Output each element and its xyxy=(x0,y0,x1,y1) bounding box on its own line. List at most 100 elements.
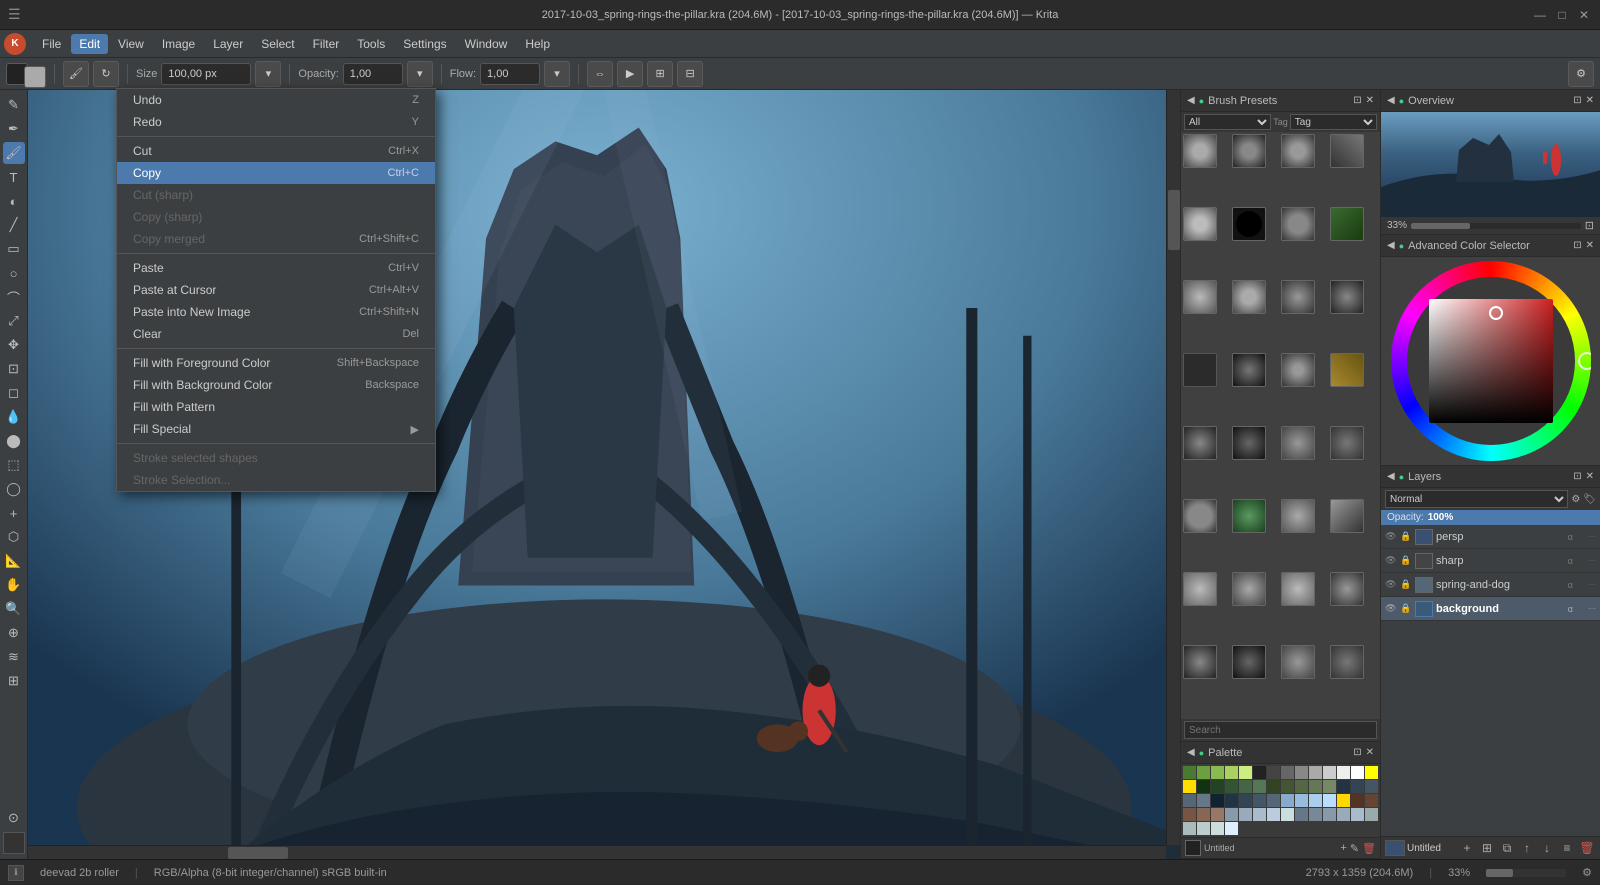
bp-3[interactable] xyxy=(1281,134,1315,168)
layer-dup-btn[interactable]: ⧉ xyxy=(1498,839,1516,857)
background-color-btn[interactable] xyxy=(24,66,46,88)
palette-color-28[interactable] xyxy=(1183,794,1196,807)
layer-options-persp[interactable]: ⋯ xyxy=(1576,532,1596,541)
scrollbar-horizontal[interactable] xyxy=(28,845,1166,859)
layer-lock-persp[interactable]: 🔒 xyxy=(1400,531,1412,542)
tool-transform[interactable]: ⤢ xyxy=(3,310,25,332)
scrollbar-v-thumb[interactable] xyxy=(1168,190,1180,250)
hamburger-icon[interactable]: ☰ xyxy=(8,6,21,23)
palette-color-9[interactable] xyxy=(1309,766,1322,779)
tool-line[interactable]: ╱ xyxy=(3,214,25,236)
tool-filter-brush[interactable]: ⊞ xyxy=(3,670,25,692)
palette-color-2[interactable] xyxy=(1211,766,1224,779)
palette-del-btn[interactable]: 🗑 xyxy=(1362,842,1376,855)
palette-color-10[interactable] xyxy=(1323,766,1336,779)
palette-color-11[interactable] xyxy=(1337,766,1350,779)
palette-color-6[interactable] xyxy=(1267,766,1280,779)
palette-color-45[interactable] xyxy=(1225,808,1238,821)
menu-fill-special[interactable]: Fill Special ▶ xyxy=(117,418,435,440)
flow-dropdown-btn[interactable]: ▾ xyxy=(544,61,570,87)
tool-brush[interactable]: 🖌 xyxy=(3,142,25,164)
palette-color-46[interactable] xyxy=(1239,808,1252,821)
palette-color-42[interactable] xyxy=(1183,808,1196,821)
palette-color-50[interactable] xyxy=(1295,808,1308,821)
palette-color-8[interactable] xyxy=(1295,766,1308,779)
palette-color-27[interactable] xyxy=(1365,780,1378,793)
tool-text[interactable]: T xyxy=(3,166,25,188)
tool-polygon[interactable]: ⬡ xyxy=(3,526,25,548)
bp-23[interactable] xyxy=(1281,499,1315,533)
tool-rectangle[interactable]: ▭ xyxy=(3,238,25,260)
palette-color-58[interactable] xyxy=(1211,822,1224,835)
palette-color-32[interactable] xyxy=(1239,794,1252,807)
opacity-input[interactable] xyxy=(343,63,403,85)
tool-pan[interactable]: ✋ xyxy=(3,574,25,596)
flow-input[interactable] xyxy=(480,63,540,85)
bp-collapse[interactable]: ◀ xyxy=(1187,95,1195,106)
bp-8[interactable] xyxy=(1330,207,1364,241)
tool-gradient[interactable]: ◐ xyxy=(3,190,25,212)
palette-color-3[interactable] xyxy=(1225,766,1238,779)
bp-1[interactable] xyxy=(1183,134,1217,168)
overview-float-2[interactable]: ⊡ xyxy=(1573,95,1581,106)
maximize-button[interactable]: □ xyxy=(1554,7,1570,23)
layers-tag-icon[interactable]: 🏷 xyxy=(1583,494,1596,505)
menu-redo[interactable]: Redo Y xyxy=(117,111,435,133)
menu-settings[interactable]: Settings xyxy=(395,34,454,54)
layer-vis-spring[interactable]: 👁 xyxy=(1385,579,1397,590)
menu-fill-pattern[interactable]: Fill with Pattern xyxy=(117,396,435,418)
layer-sharp[interactable]: 👁 🔒 sharp α ⋯ xyxy=(1381,549,1600,573)
menu-copy[interactable]: Copy Ctrl+C xyxy=(117,162,435,184)
scrollbar-vertical[interactable] xyxy=(1166,90,1180,845)
palette-color-31[interactable] xyxy=(1225,794,1238,807)
palette-color-36[interactable] xyxy=(1295,794,1308,807)
bp-6[interactable] xyxy=(1232,207,1266,241)
layers-collapse[interactable]: ◀ xyxy=(1387,471,1395,482)
palette-color-5[interactable] xyxy=(1253,766,1266,779)
layer-group-btn[interactable]: ⊞ xyxy=(1478,839,1496,857)
palette-color-47[interactable] xyxy=(1253,808,1266,821)
settings-btn[interactable]: ⚙ xyxy=(1568,61,1594,87)
layer-lock-sharp[interactable]: 🔒 xyxy=(1400,555,1412,566)
layer-props-btn[interactable]: ≡ xyxy=(1558,839,1576,857)
bp-32[interactable] xyxy=(1330,645,1364,679)
palette-color-7[interactable] xyxy=(1281,766,1294,779)
palette-color-15[interactable] xyxy=(1197,780,1210,793)
tool-smart[interactable]: ⊕ xyxy=(3,622,25,644)
palette-add-btn[interactable]: + xyxy=(1340,842,1346,854)
palette-float[interactable]: ⊡ xyxy=(1353,747,1361,758)
adv-color-float[interactable]: ⊡ xyxy=(1573,240,1581,251)
bp-24[interactable] xyxy=(1330,499,1364,533)
menu-image[interactable]: Image xyxy=(154,34,203,54)
zoom-slider[interactable] xyxy=(1486,869,1566,877)
size-input[interactable] xyxy=(161,63,251,85)
palette-color-59[interactable] xyxy=(1225,822,1238,835)
brush-preset-btn[interactable]: 🖌 xyxy=(63,61,89,87)
menu-fill-fg[interactable]: Fill with Foreground Color Shift+Backspa… xyxy=(117,352,435,374)
menu-cut[interactable]: Cut Ctrl+X xyxy=(117,140,435,162)
play-btn[interactable]: ▶ xyxy=(617,61,643,87)
palette-color-12[interactable] xyxy=(1351,766,1364,779)
layer-lock-spring[interactable]: 🔒 xyxy=(1400,579,1412,590)
tool-path[interactable]: ⌒ xyxy=(3,286,25,308)
palette-color-23[interactable] xyxy=(1309,780,1322,793)
bp-22[interactable] xyxy=(1232,499,1266,533)
layer-background[interactable]: 👁 🔒 background α ⋯ xyxy=(1381,597,1600,621)
layers-float[interactable]: ⊡ xyxy=(1573,471,1581,482)
overview-zoom-bar[interactable] xyxy=(1411,223,1581,229)
bp-25[interactable] xyxy=(1183,572,1217,606)
menu-select[interactable]: Select xyxy=(253,34,302,54)
bp-29[interactable] xyxy=(1183,645,1217,679)
palette-color-33[interactable] xyxy=(1253,794,1266,807)
layer-vis-bg[interactable]: 👁 xyxy=(1385,603,1397,614)
size-dropdown-btn[interactable]: ▾ xyxy=(255,61,281,87)
layer-options-sharp[interactable]: ⋯ xyxy=(1576,556,1596,565)
tool-freehand[interactable]: ✎ xyxy=(3,94,25,116)
mirror-h-btn[interactable]: ⇔ xyxy=(587,61,613,87)
layer-spring-dog[interactable]: 👁 🔒 spring-and-dog α ⋯ xyxy=(1381,573,1600,597)
color-wheel-outer[interactable] xyxy=(1391,261,1591,461)
bp-17[interactable] xyxy=(1183,426,1217,460)
tool-calligraphy[interactable]: ✒ xyxy=(3,118,25,140)
menu-layer[interactable]: Layer xyxy=(205,34,251,54)
menu-edit[interactable]: Edit xyxy=(71,34,108,54)
